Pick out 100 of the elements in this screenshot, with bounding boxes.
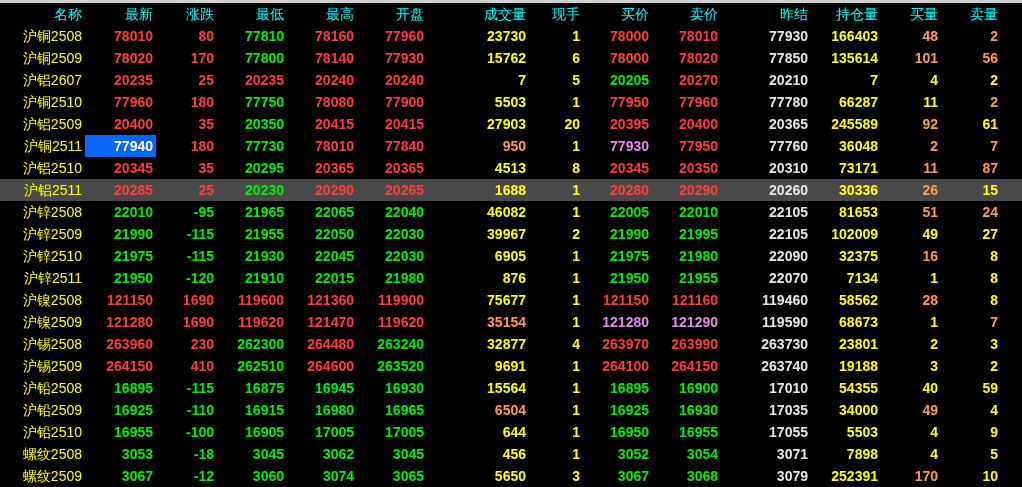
table-cell: 20365 — [315, 160, 354, 176]
table-cell: 1 — [930, 314, 938, 330]
column-header[interactable]: 最高 — [287, 3, 357, 25]
table-cell: 17005 — [315, 424, 354, 440]
table-cell: 1 — [572, 182, 580, 198]
table-cell: 78000 — [610, 50, 649, 66]
column-header[interactable]: 名称 — [0, 3, 85, 25]
column-header[interactable]: 昨结 — [721, 3, 811, 25]
table-cell: 51 — [922, 204, 938, 220]
table-cell: 1 — [572, 248, 580, 264]
column-header[interactable]: 卖量 — [941, 3, 1001, 25]
table-cell: 16925 — [610, 402, 649, 418]
table-cell: -12 — [193, 468, 214, 484]
table-cell: 8 — [990, 270, 998, 286]
contract-name: 沪锌2509 — [21, 225, 83, 244]
table-cell: 59 — [982, 380, 998, 396]
table-cell: 16900 — [679, 380, 718, 396]
contract-name: 沪铜2508 — [21, 27, 83, 46]
column-header[interactable]: 现手 — [529, 3, 583, 25]
table-cell: -115 — [186, 248, 214, 264]
contract-name: 沪锌2510 — [21, 247, 83, 266]
table-cell: 1 — [572, 314, 580, 330]
table-cell: 20240 — [385, 72, 424, 88]
table-cell: 77960 — [385, 28, 424, 44]
contract-name: 沪镍2508 — [21, 291, 83, 310]
table-cell: 3071 — [776, 446, 808, 462]
table-cell: 166403 — [831, 28, 878, 44]
table-cell: 20295 — [245, 160, 284, 176]
contract-name: 沪铜2511 — [22, 137, 83, 156]
table-cell: 20415 — [315, 116, 354, 132]
table-cell: 20 — [564, 116, 580, 132]
table-cell: 3060 — [252, 468, 284, 484]
table-cell: 81653 — [839, 204, 878, 220]
table-cell: 4 — [572, 336, 580, 352]
table-cell: 21975 — [114, 248, 153, 264]
table-cell: 78140 — [315, 50, 354, 66]
table-cell: 16915 — [245, 402, 284, 418]
column-header[interactable]: 持仓量 — [811, 3, 881, 25]
column-header[interactable]: 买价 — [583, 3, 652, 25]
table-cell: 58562 — [839, 292, 878, 308]
table-cell: 77960 — [114, 94, 153, 110]
table-cell: 27903 — [487, 116, 526, 132]
table-cell: -18 — [193, 446, 214, 462]
table-cell: 20365 — [769, 116, 808, 132]
table-cell: 78020 — [114, 50, 153, 66]
table-cell: 17010 — [769, 380, 808, 396]
table-cell: 264480 — [307, 336, 354, 352]
table-cell: 49 — [922, 402, 938, 418]
table-cell: 17035 — [769, 402, 808, 418]
table-cell: 77730 — [245, 138, 284, 154]
table-cell: 8 — [572, 160, 580, 176]
table-cell: 5503 — [846, 424, 878, 440]
table-cell: 3 — [990, 336, 998, 352]
table-cell: 3074 — [322, 468, 354, 484]
table-cell: 7 — [990, 314, 998, 330]
table-cell: -100 — [185, 424, 214, 440]
table-cell: -95 — [193, 204, 214, 220]
table-cell: 264600 — [307, 358, 354, 374]
column-header[interactable]: 涨跌 — [156, 3, 217, 25]
column-header[interactable]: 买量 — [881, 3, 941, 25]
column-header[interactable]: 卖价 — [652, 3, 721, 25]
quote-row[interactable]: 沪铝2511 20285 25 20230 20290 20265 1688 1 20280 20290 20260 30336 26 15 — [0, 179, 1022, 201]
table-cell: 245589 — [831, 116, 878, 132]
table-cell: 4 — [930, 446, 938, 462]
column-header[interactable]: 开盘 — [357, 3, 427, 25]
column-header[interactable]: 成交量 — [427, 3, 529, 25]
table-cell: 1 — [572, 94, 580, 110]
table-cell: 77950 — [679, 138, 718, 154]
table-cell: 16980 — [315, 402, 354, 418]
table-cell: 121280 — [106, 314, 153, 330]
contract-name: 沪铅2509 — [21, 401, 83, 420]
table-cell: 2 — [990, 94, 998, 110]
table-cell: 77800 — [245, 50, 284, 66]
table-cell: 54355 — [839, 380, 878, 396]
table-cell: 5 — [572, 72, 580, 88]
table-cell: 15762 — [487, 50, 526, 66]
table-cell: 20350 — [679, 160, 718, 176]
table-cell: 9691 — [494, 358, 526, 374]
table-cell: 26 — [922, 182, 938, 198]
table-cell: 252391 — [831, 468, 878, 484]
table-cell: 77900 — [385, 94, 424, 110]
table-cell: 7 — [870, 72, 878, 88]
table-cell: -120 — [185, 270, 214, 286]
contract-name: 沪铅2510 — [21, 423, 83, 442]
table-cell: 3054 — [686, 446, 718, 462]
table-cell: -110 — [186, 402, 214, 418]
table-cell: 121470 — [307, 314, 354, 330]
table-cell: 20290 — [679, 182, 718, 198]
table-cell: 25 — [198, 182, 214, 198]
table-cell: 35 — [198, 116, 214, 132]
table-cell: 16965 — [385, 402, 424, 418]
table-cell: 2 — [990, 28, 998, 44]
table-cell: 121360 — [307, 292, 354, 308]
column-header[interactable]: 最新 — [85, 3, 156, 25]
table-cell: 3068 — [686, 468, 718, 484]
column-header[interactable]: 最低 — [217, 3, 287, 25]
table-cell: 20235 — [245, 72, 284, 88]
table-cell: 3052 — [617, 446, 649, 462]
table-cell: 264100 — [602, 358, 649, 374]
table-cell: 27 — [982, 226, 998, 242]
